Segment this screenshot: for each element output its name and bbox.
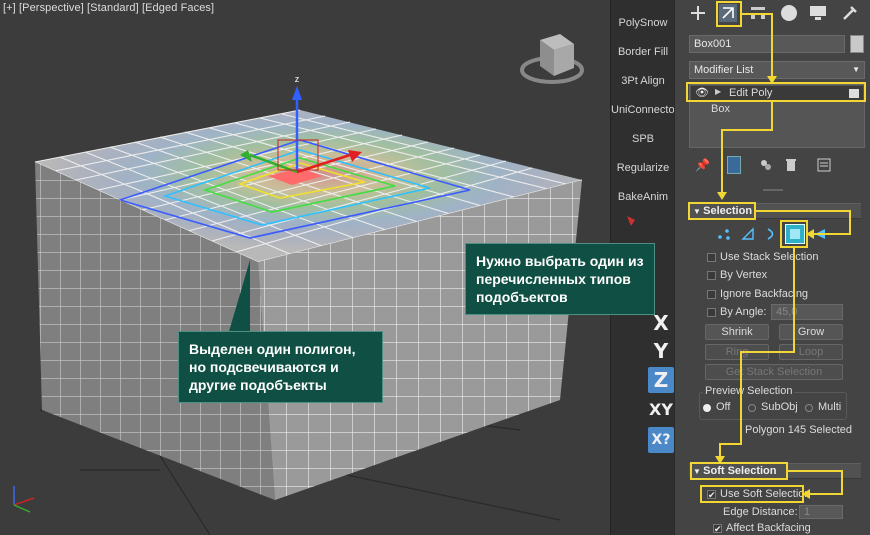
annotation-lines: [715, 13, 851, 499]
callout-left: Выделен один полигон, но подсвечиваются …: [178, 331, 383, 403]
callout-right: Нужно выбрать один из перечисленных типо…: [465, 243, 655, 315]
